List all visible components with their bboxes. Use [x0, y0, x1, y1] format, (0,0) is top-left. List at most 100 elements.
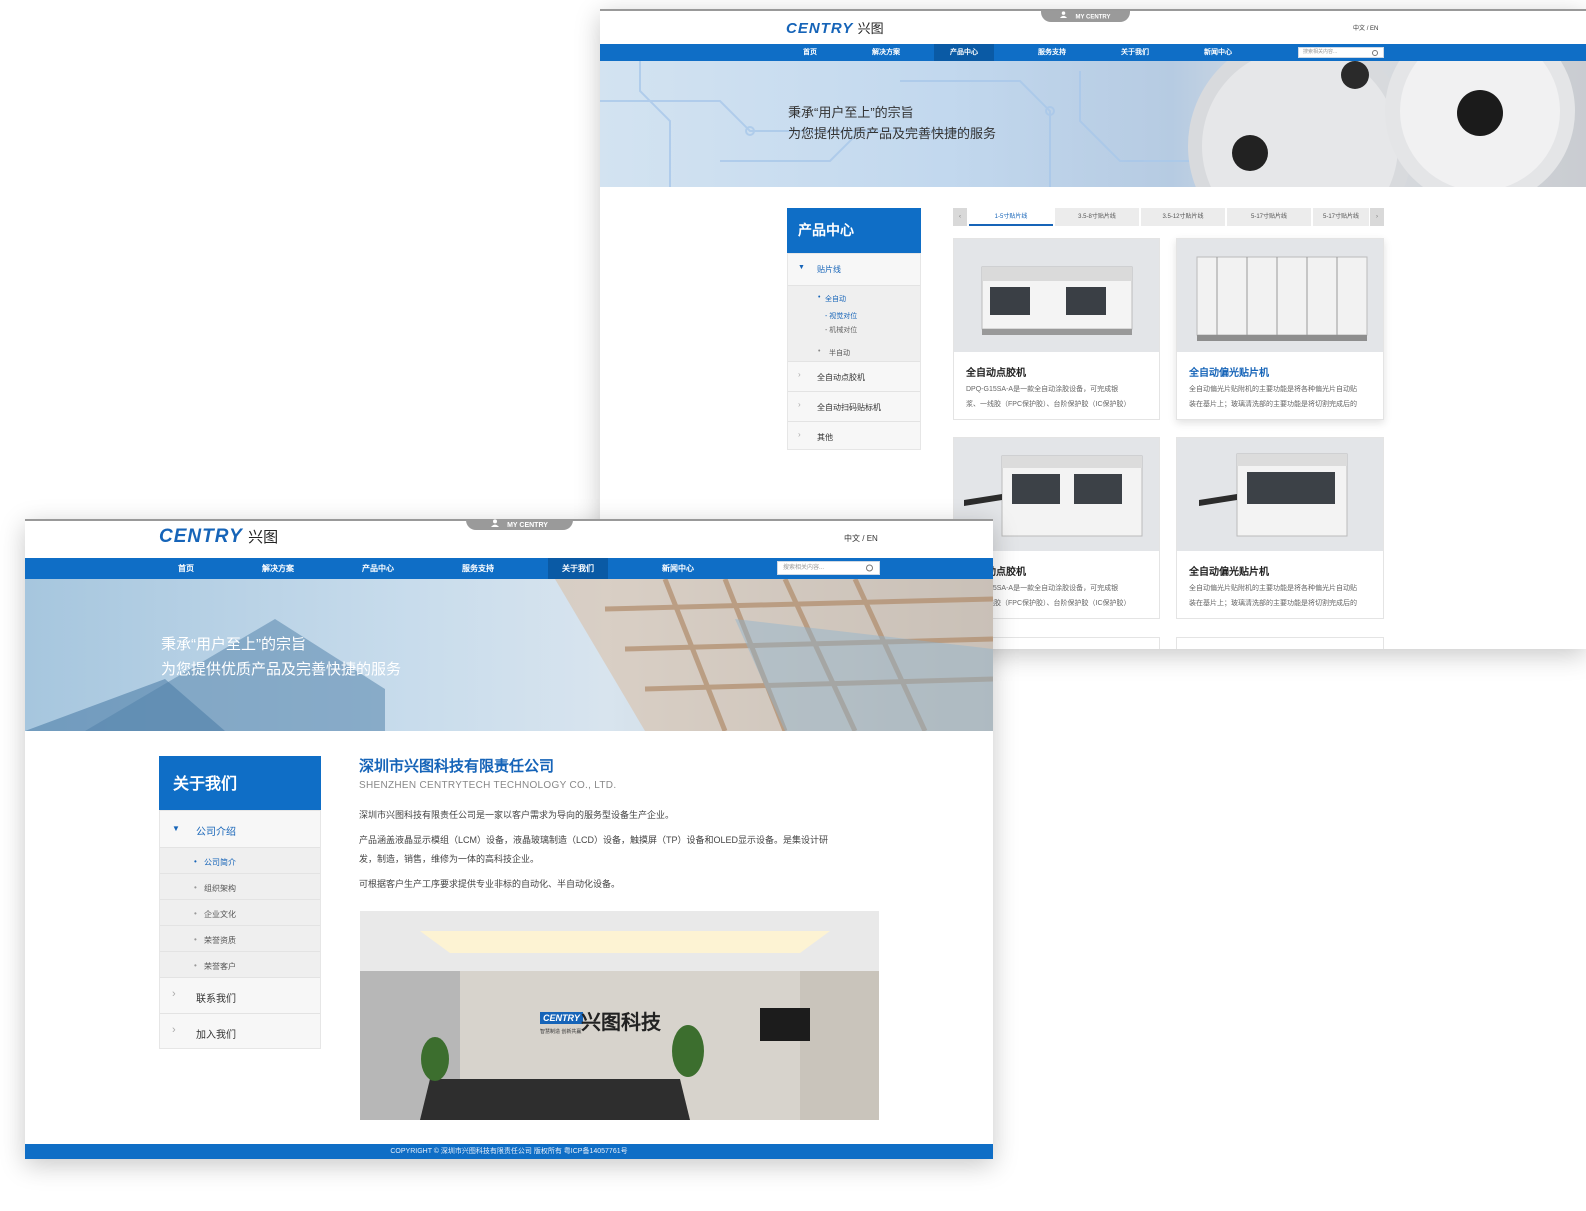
logo[interactable]: CENTRY 兴图: [786, 18, 884, 37]
nav-products[interactable]: 产品中心: [934, 44, 994, 61]
nav-service[interactable]: 服务支持: [443, 558, 513, 579]
sidebar-submenu: • 公司简介 • 组织架构 • 企业文化 • 荣誉资质 • 荣誉客户: [160, 848, 320, 978]
chevron-right-icon: ›: [798, 430, 801, 439]
lang-en-link[interactable]: EN: [1370, 26, 1378, 32]
tab-3[interactable]: 3.5-12寸贴片线: [1141, 208, 1225, 226]
product-card-partial: [1176, 637, 1384, 649]
wall-slogan: 智慧制造 创新共赢: [540, 1029, 582, 1035]
sidebar-item-line[interactable]: ▼ 贴片线: [788, 254, 920, 286]
nav-news[interactable]: 新闻中心: [1183, 44, 1253, 61]
banner-line1: 秉承“用户至上”的宗旨: [788, 105, 914, 120]
nav-about[interactable]: 关于我们: [548, 558, 608, 579]
intro-paragraph-1: 深圳市兴图科技有限责任公司是一家以客户需求为导向的服务型设备生产企业。: [359, 810, 675, 820]
lang-separator: /: [862, 534, 865, 543]
lang-en-link[interactable]: EN: [867, 534, 878, 543]
product-image: [954, 239, 1159, 352]
sidebar-item-company[interactable]: ▼ 公司介绍: [160, 811, 320, 848]
sidebar-sub-intro[interactable]: • 公司简介: [160, 848, 320, 874]
sidebar-item-dispenser-label: 全自动点胶机: [817, 373, 865, 382]
nav-about[interactable]: 关于我们: [1100, 44, 1170, 61]
product-image: [1177, 438, 1383, 551]
nav-home[interactable]: 首页: [775, 44, 845, 61]
intro-paragraph-3: 可根据客户生产工序要求提供专业非标的自动化、半自动化设备。: [359, 879, 621, 889]
bullet-icon: •: [194, 857, 197, 866]
tab-2[interactable]: 3.5-8寸贴片线: [1055, 208, 1139, 226]
sidebar-sub-full-auto[interactable]: 全自动: [825, 294, 846, 304]
sidebar-menu: ▼ 公司介绍 • 公司简介 • 组织架构 • 企业文化 • 荣誉资质 • 荣誉客…: [159, 810, 321, 1049]
tab-5[interactable]: 5-17寸贴片线: [1313, 208, 1369, 226]
tab-4[interactable]: 5-17寸贴片线: [1227, 208, 1311, 226]
sidebar-item-contact[interactable]: › 联系我们: [160, 978, 320, 1014]
product-card[interactable]: 全自动点胶机 DPQ-G15SA-A是一款全自动涂胶设备，可完成银 浆、一线胶（F…: [953, 238, 1160, 420]
nav-products[interactable]: 产品中心: [343, 558, 413, 579]
bullet-icon: •: [194, 961, 197, 970]
sidebar-item-join[interactable]: › 加入我们: [160, 1014, 320, 1050]
nav-home[interactable]: 首页: [151, 558, 221, 579]
hero-banner: 秉承“用户至上”的宗旨 为您提供优质产品及完善快捷的服务: [600, 61, 1586, 187]
banner-building-art: [25, 579, 993, 731]
lang-cn-link[interactable]: 中文: [1353, 26, 1365, 32]
wall-logo: CENTRY: [540, 1012, 583, 1024]
nav-service[interactable]: 服务支持: [1017, 44, 1087, 61]
chevron-right-icon: ›: [798, 400, 801, 409]
sidebar-sub-org-label: 组织架构: [204, 884, 236, 893]
chevron-right-icon: ›: [798, 370, 801, 379]
nav-news[interactable]: 新闻中心: [643, 558, 713, 579]
sidebar-sub-semi-auto[interactable]: 半自动: [829, 348, 850, 358]
product-card[interactable]: 全自动偏光贴片机 全自动偏光片贴附机的主要功能是将各种偏光片自动贴 装在基片上；玻…: [1176, 238, 1384, 420]
logo-en: CENTRY: [159, 526, 243, 547]
logo-cn: 兴图: [248, 529, 279, 546]
logo[interactable]: CENTRY 兴图: [159, 526, 278, 548]
product-desc: 全自动偏光片贴附机的主要功能是将各种偏光片自动贴 装在基片上；玻璃清洗部的主要功能…: [1189, 581, 1357, 611]
my-centry-tab[interactable]: MY CENTRY: [1041, 11, 1130, 22]
product-title: 全自动偏光贴片机: [1189, 368, 1269, 379]
sidebar-item-contact-label: 联系我们: [196, 994, 236, 1005]
sidebar-sub-org[interactable]: • 组织架构: [160, 874, 320, 900]
tabs-prev-button[interactable]: ‹: [953, 208, 967, 226]
tabs-next-button[interactable]: ›: [1370, 208, 1384, 226]
my-centry-tab[interactable]: MY CENTRY: [466, 519, 573, 530]
banner-line1: 秉承“用户至上”的宗旨: [161, 636, 306, 653]
main-nav: 首页 解决方案 产品中心 服务支持 关于我们 新闻中心 搜索相关内容...: [25, 558, 993, 579]
sidebar-sub-clients-label: 荣誉客户: [204, 962, 236, 971]
sidebar-sub-intro-label: 公司简介: [204, 858, 236, 867]
sidebar-sub-vision[interactable]: - 视觉对位: [825, 311, 857, 321]
search-input[interactable]: 搜索相关内容...: [777, 561, 880, 575]
lang-separator: /: [1366, 26, 1369, 32]
window-about-us: CENTRY 兴图 MY CENTRY 中文 / EN 首页 解决方案 产品中心…: [25, 519, 993, 1159]
product-desc: DPQ-G15SA-A是一款全自动涂胶设备，可完成银 浆、一线胶（FPC保护胶）、…: [966, 382, 1131, 412]
product-card[interactable]: 全自动偏光贴片机 全自动偏光片贴附机的主要功能是将各种偏光片自动贴 装在基片上；玻…: [1176, 437, 1384, 619]
bullet-icon: •: [818, 348, 821, 355]
language-switch: 中文 / EN: [844, 533, 878, 544]
search-icon[interactable]: [1372, 49, 1378, 56]
sidebar-item-scanner[interactable]: › 全自动扫码贴标机: [788, 392, 920, 422]
caret-down-icon: ▼: [798, 264, 805, 271]
sidebar-sub-clients[interactable]: • 荣誉客户: [160, 952, 320, 978]
user-icon: [1060, 11, 1068, 23]
banner-gears-art: [600, 61, 1575, 187]
hero-banner: 秉承“用户至上”的宗旨 为您提供优质产品及完善快捷的服务: [25, 579, 993, 731]
search-icon[interactable]: [866, 564, 873, 572]
product-desc-line1: DPQ-G15SA-A是一款全自动涂胶设备，可完成银: [966, 386, 1119, 393]
chevron-right-icon: ›: [172, 1024, 176, 1036]
sidebar-sub-mech[interactable]: - 机械对位: [825, 325, 857, 335]
search-input[interactable]: 搜索相关内容...: [1298, 47, 1384, 58]
product-title: 全自动偏光贴片机: [1189, 567, 1269, 578]
nav-solutions[interactable]: 解决方案: [851, 44, 921, 61]
sidebar-sub-culture[interactable]: • 企业文化: [160, 900, 320, 926]
banner-line2: 为您提供优质产品及完善快捷的服务: [161, 661, 402, 678]
sidebar-submenu: • 全自动 - 视觉对位 - 机械对位 • 半自动: [788, 286, 920, 362]
sidebar-item-join-label: 加入我们: [196, 1030, 236, 1041]
lang-cn-link[interactable]: 中文: [844, 534, 860, 543]
search-placeholder: 搜索相关内容...: [783, 565, 825, 571]
banner-line2: 为您提供优质产品及完善快捷的服务: [788, 126, 997, 141]
sidebar-item-other[interactable]: › 其他: [788, 422, 920, 451]
tab-1[interactable]: 1-5寸贴片线: [969, 208, 1053, 226]
nav-solutions[interactable]: 解决方案: [243, 558, 313, 579]
sidebar-item-dispenser[interactable]: › 全自动点胶机: [788, 362, 920, 392]
sidebar-sub-culture-label: 企业文化: [204, 910, 236, 919]
sidebar-title: 产品中心: [787, 208, 921, 253]
office-photo: CENTRY 智慧制造 创新共赢 兴图科技: [360, 911, 879, 1120]
sidebar-sub-honors[interactable]: • 荣誉资质: [160, 926, 320, 952]
wall-company-name: 兴图科技: [581, 1012, 661, 1034]
